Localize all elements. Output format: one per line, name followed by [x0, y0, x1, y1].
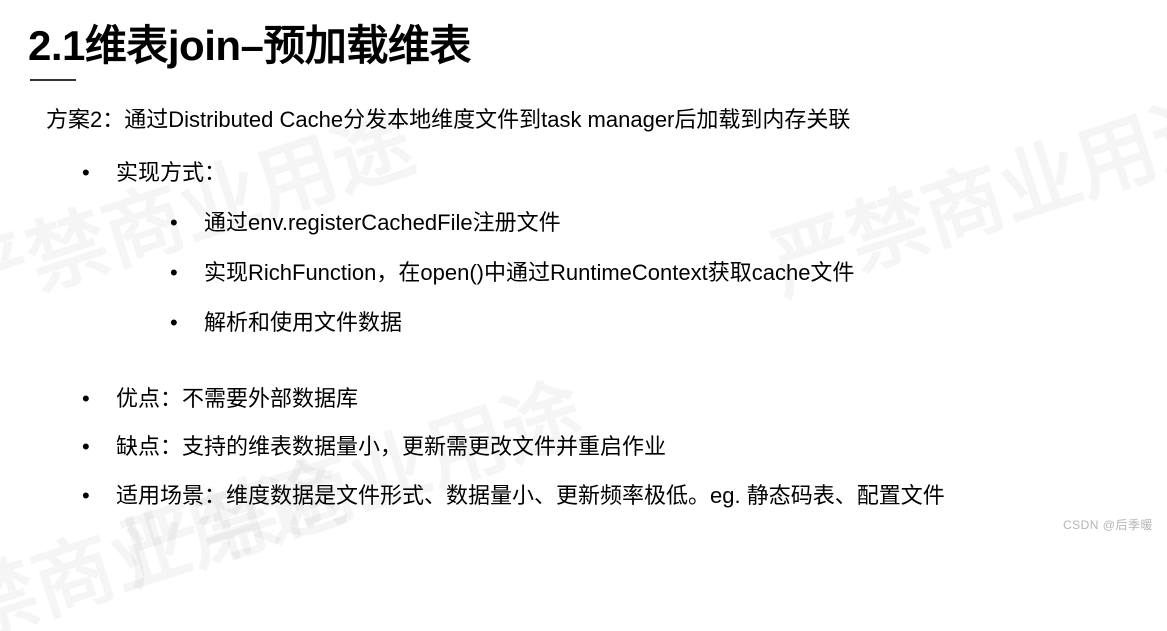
list-item: 实现RichFunction，在open()中通过RuntimeContext获…: [166, 256, 1139, 290]
list-item-implementation: 实现方式： 通过env.registerCachedFile注册文件 实现Ric…: [78, 156, 1139, 340]
slide-title: 2.1维表join–预加载维表: [28, 12, 1139, 73]
bullet-list-secondary: 优点：不需要外部数据库 缺点：支持的维表数据量小，更新需更改文件并重启作业 适用…: [78, 382, 1139, 512]
impl-label: 实现方式：: [116, 160, 226, 185]
title-underline: [30, 79, 76, 81]
list-item-cons: 缺点：支持的维表数据量小，更新需更改文件并重启作业: [78, 430, 1139, 464]
spacer: [28, 356, 1139, 382]
slide-content: 严禁商业用途 严禁商业用途 严禁商业用途 严禁商业用途 2.1维表join–预加…: [0, 0, 1167, 539]
attribution-text: CSDN @后季暖: [1063, 516, 1153, 533]
intro-paragraph: 方案2：通过Distributed Cache分发本地维度文件到task man…: [46, 103, 1139, 136]
list-item-scenario: 适用场景：维度数据是文件形式、数据量小、更新频率极低。eg. 静态码表、配置文件: [78, 479, 1139, 513]
bullet-list: 实现方式： 通过env.registerCachedFile注册文件 实现Ric…: [78, 156, 1139, 340]
list-item: 通过env.registerCachedFile注册文件: [166, 206, 1139, 240]
impl-sublist: 通过env.registerCachedFile注册文件 实现RichFunct…: [166, 206, 1139, 340]
list-item-pros: 优点：不需要外部数据库: [78, 382, 1139, 416]
list-item: 解析和使用文件数据: [166, 306, 1139, 340]
